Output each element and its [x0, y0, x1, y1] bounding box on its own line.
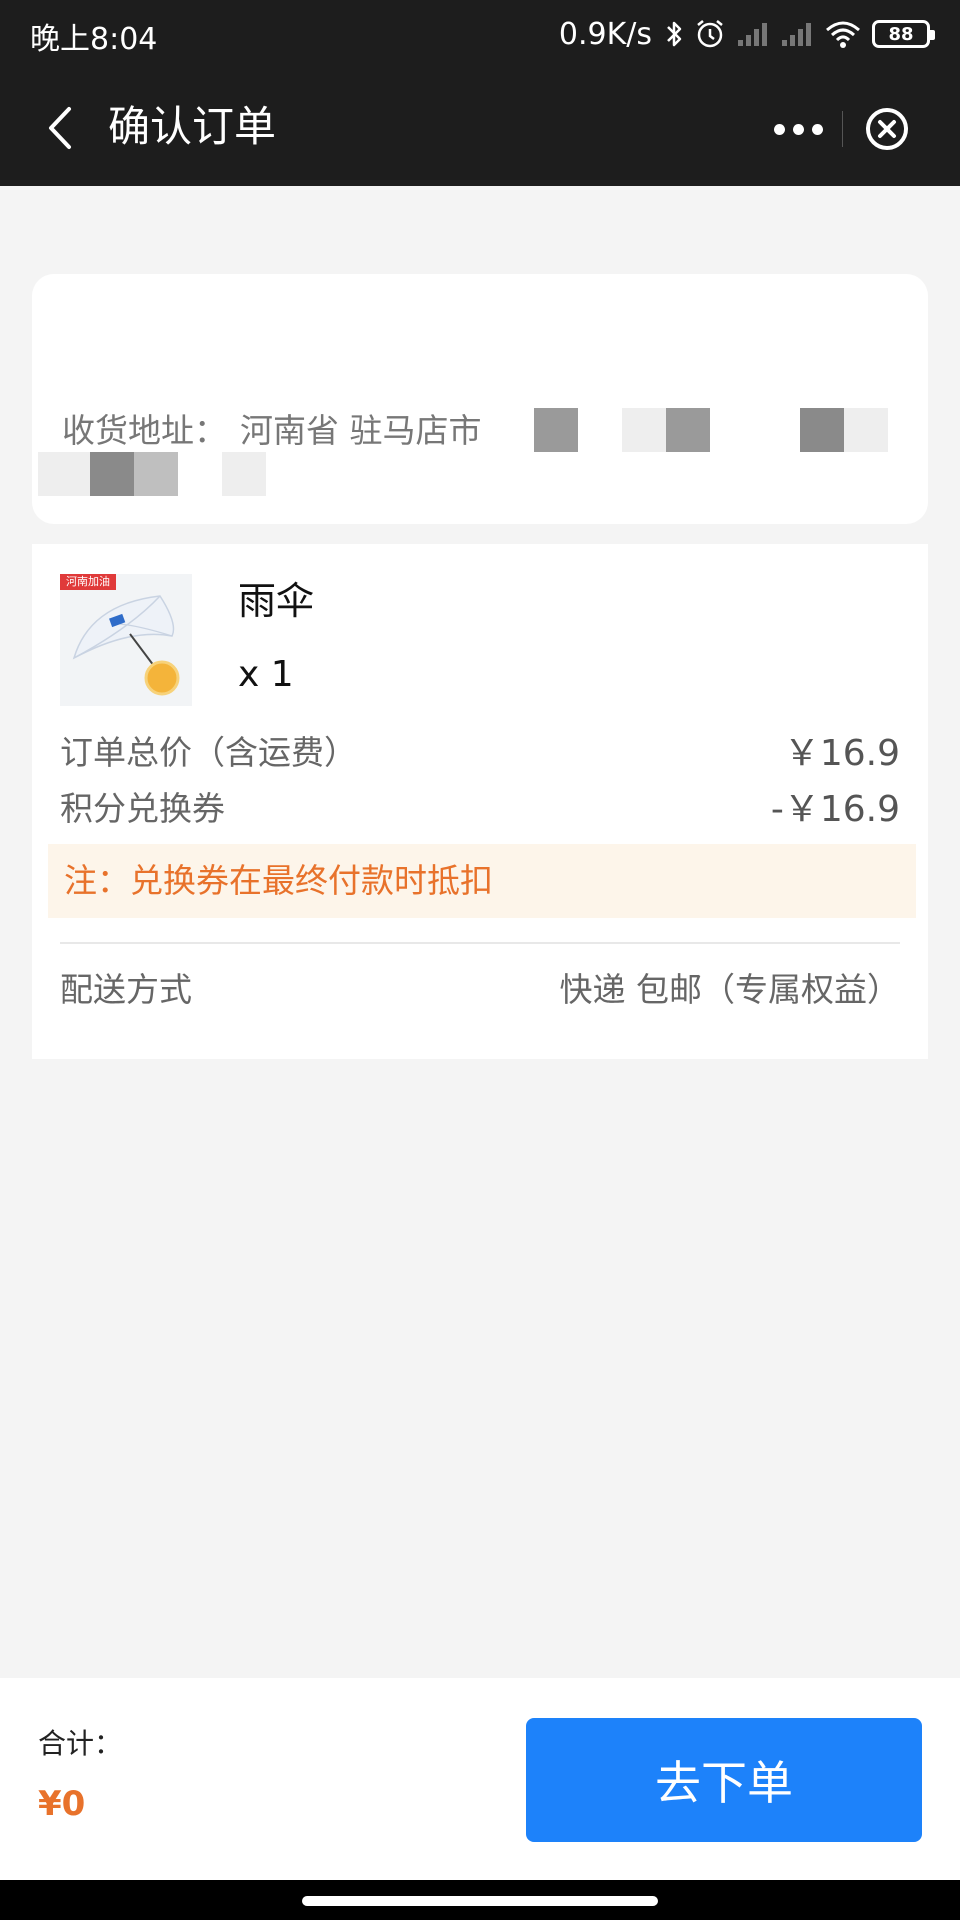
order-total-row: 订单总价（含运费） ￥16.9 [60, 724, 900, 776]
coupon-notice: 注：兑换券在最终付款时抵扣 [48, 844, 916, 918]
bluetooth-icon [664, 19, 684, 49]
delivery-row: 配送方式 快递 包邮（专属权益） [60, 958, 900, 1016]
redacted-block [534, 408, 578, 452]
order-total-value: ￥16.9 [783, 733, 900, 774]
status-icons: 0.9K/s 88 [558, 12, 935, 56]
bottom-bar: 合计： ¥0 去下单 [0, 1678, 960, 1880]
redacted-block [800, 408, 844, 452]
redacted-block [666, 408, 710, 452]
divider [60, 942, 900, 944]
signal-icon-2 [780, 20, 814, 48]
delivery-value: 快递 包邮（专属权益） [559, 970, 901, 1009]
back-button[interactable] [30, 98, 90, 158]
grand-total-label: 合计： [38, 1727, 123, 1760]
wifi-icon [824, 19, 862, 49]
more-button[interactable] [754, 100, 842, 158]
status-time: 晚上8:04 [30, 22, 158, 57]
close-circle-icon [865, 108, 908, 150]
product-name: 雨伞 [238, 579, 315, 623]
coupon-value: -￥16.9 [770, 789, 900, 830]
signal-icon-1 [736, 20, 770, 48]
page-title: 确认订单 [108, 102, 277, 151]
order-card: 河南加油 雨伞 x 1 订单总价（含运费） ￥16.9 积分兑换券 -￥16.9… [32, 544, 928, 1059]
redacted-block [134, 452, 178, 496]
umbrella-icon [72, 595, 180, 696]
status-bar: 晚上8:04 0.9K/s 88 [0, 0, 960, 68]
order-total-label: 订单总价（含运费） [60, 733, 357, 772]
alarm-icon [694, 18, 726, 50]
redacted-block [38, 452, 90, 496]
place-order-button[interactable]: 去下单 [526, 1718, 922, 1842]
home-indicator[interactable] [302, 1896, 658, 1906]
product-quantity: x 1 [238, 654, 294, 695]
coupon-row: 积分兑换券 -￥16.9 [60, 780, 900, 832]
network-speed: 0.9K/s [558, 16, 652, 52]
nav-bar: 确认订单 [0, 68, 960, 186]
address-label: 收货地址： [62, 411, 227, 450]
battery-icon: 88 [872, 20, 935, 48]
more-dots-icon [773, 123, 785, 135]
redacted-block [622, 408, 666, 452]
product-image: 河南加油 [60, 574, 192, 706]
address-card[interactable]: 收货地址： 河南省 驻马店市 [32, 274, 928, 524]
grand-total-amount: ¥0 [38, 1784, 86, 1824]
address-text: 河南省 驻马店市 [240, 411, 482, 450]
redacted-block [844, 408, 888, 452]
delivery-label: 配送方式 [60, 970, 192, 1009]
mini-program-capsule [754, 100, 930, 158]
redacted-block [90, 452, 134, 496]
coupon-label: 积分兑换券 [60, 789, 225, 828]
close-button[interactable] [843, 100, 930, 158]
chevron-left-icon [49, 107, 71, 149]
gesture-bar [0, 1880, 960, 1920]
redacted-block [222, 452, 266, 496]
